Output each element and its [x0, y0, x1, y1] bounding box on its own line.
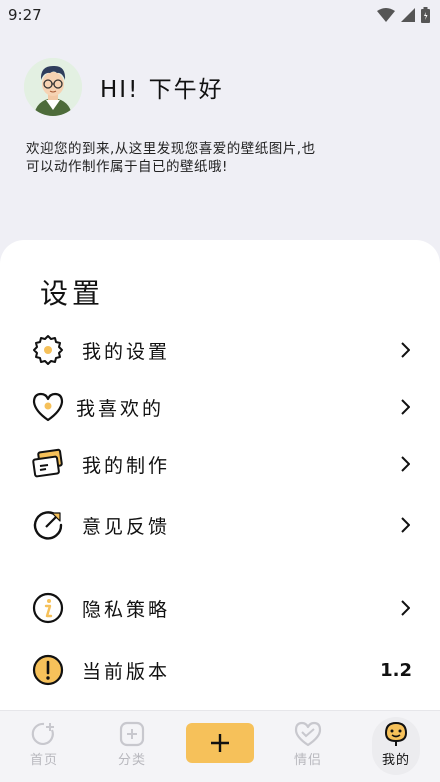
avatar-illustration [24, 58, 82, 116]
settings-title: 设置 [40, 277, 105, 310]
version-value: 1.2 [380, 659, 412, 681]
cards-icon [30, 446, 66, 482]
status-icons [377, 7, 430, 23]
settings-card: 设置 我的设置 我喜欢的 我的制作 意见反馈 隐私策略 当前版本 1.2 [0, 240, 440, 710]
menu-item-my-settings[interactable]: 我的设置 [0, 326, 440, 374]
chevron-right-icon [398, 341, 412, 359]
avatar[interactable] [24, 58, 82, 116]
menu-item-my-creations[interactable]: 我的制作 [0, 440, 440, 488]
exclamation-icon [30, 652, 66, 688]
menu-item-favorites[interactable]: 我喜欢的 [0, 383, 440, 431]
menu-label: 意见反馈 [82, 515, 171, 538]
menu-label: 我的设置 [82, 340, 171, 363]
menu-item-current-version[interactable]: 当前版本 1.2 [0, 646, 440, 694]
menu-item-privacy-policy[interactable]: 隐私策略 [0, 584, 440, 632]
nav-home[interactable]: 首页 [14, 721, 74, 781]
nav-label: 情侣 [293, 753, 322, 768]
battery-icon [421, 7, 430, 23]
nav-label: 我的 [381, 753, 410, 768]
menu-label: 当前版本 [82, 660, 171, 683]
nav-mine[interactable]: 我的 [366, 721, 426, 781]
info-icon [30, 590, 66, 626]
wifi-icon [377, 8, 395, 22]
category-icon [119, 721, 145, 747]
menu-label: 我喜欢的 [76, 397, 165, 420]
greeting-text: HI! 下午好 [100, 77, 224, 103]
plus-icon [211, 734, 229, 752]
menu-item-feedback[interactable]: 意见反馈 [0, 501, 440, 549]
profile-icon [384, 721, 408, 746]
profile-header: HI! 下午好 欢迎您的到来,从这里发现您喜爱的壁纸图片,也可以动作制作属于自已… [0, 48, 440, 238]
nav-category[interactable]: 分类 [102, 721, 162, 781]
menu-label: 隐私策略 [82, 598, 171, 621]
chevron-right-icon [398, 398, 412, 416]
nav-couples[interactable]: 情侣 [278, 721, 338, 781]
welcome-text: 欢迎您的到来,从这里发现您喜爱的壁纸图片,也可以动作制作属于自已的壁纸哦! [26, 141, 316, 175]
nav-label: 首页 [29, 753, 58, 768]
feedback-icon [30, 507, 66, 543]
add-button[interactable] [186, 723, 254, 763]
chevron-right-icon [398, 599, 412, 617]
menu-label: 我的制作 [82, 454, 171, 477]
signal-icon [401, 8, 415, 22]
gear-icon [30, 332, 66, 368]
nav-label: 分类 [117, 753, 146, 768]
bottom-nav: 首页 分类 情侣 我的 [0, 710, 440, 782]
status-bar: 9:27 [0, 0, 440, 30]
couple-heart-icon [294, 721, 322, 747]
home-icon [31, 722, 54, 745]
status-time: 9:27 [8, 6, 42, 24]
heart-icon [30, 389, 66, 425]
chevron-right-icon [398, 455, 412, 473]
chevron-right-icon [398, 516, 412, 534]
